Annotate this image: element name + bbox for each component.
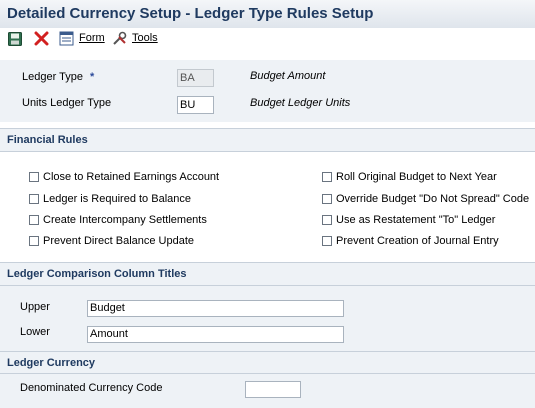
override-budget-checkbox[interactable] [322, 194, 332, 204]
ledger-type-field[interactable]: BA [177, 69, 214, 87]
roll-original-budget-label: Roll Original Budget to Next Year [336, 171, 497, 183]
divider [0, 373, 535, 374]
ledger-required-balance-label: Ledger is Required to Balance [43, 193, 191, 205]
prevent-direct-balance-update-label: Prevent Direct Balance Update [43, 235, 195, 247]
window-title: Detailed Currency Setup - Ledger Type Ru… [7, 5, 374, 22]
divider [0, 285, 535, 286]
use-as-restatement-checkbox[interactable] [322, 215, 332, 225]
lower-label: Lower [20, 326, 50, 338]
form-icon[interactable] [59, 31, 74, 49]
tools-menu[interactable]: Tools [132, 32, 158, 44]
units-ledger-type-description: Budget Ledger Units [250, 97, 351, 109]
prevent-creation-journal-entry-label: Prevent Creation of Journal Entry [336, 235, 499, 247]
form-menu-label: Form [79, 32, 105, 44]
ledger-type-label-text: Ledger Type [22, 71, 83, 83]
ledger-required-balance-checkbox[interactable] [29, 194, 39, 204]
upper-field[interactable]: Budget [87, 300, 344, 317]
denominated-currency-label: Denominated Currency Code [20, 382, 163, 394]
tools-menu-label: Tools [132, 32, 158, 44]
comparison-title: Ledger Comparison Column Titles [7, 268, 187, 280]
close-icon[interactable] [34, 31, 49, 49]
prevent-direct-balance-update-checkbox[interactable] [29, 236, 39, 246]
roll-original-budget-checkbox[interactable] [322, 172, 332, 182]
create-intercompany-settlements-checkbox[interactable] [29, 215, 39, 225]
ledger-type-label: Ledger Type * [22, 71, 94, 83]
lower-field[interactable]: Amount [87, 326, 344, 343]
financial-rules-title: Financial Rules [7, 134, 88, 146]
divider [0, 151, 535, 152]
override-budget-label: Override Budget "Do Not Spread" Code [336, 193, 530, 205]
use-as-restatement-label: Use as Restatement "To" Ledger [336, 214, 496, 226]
upper-label: Upper [20, 301, 50, 313]
ledger-type-description: Budget Amount [250, 70, 326, 82]
close-to-retained-earnings-label: Close to Retained Earnings Account [43, 171, 220, 183]
units-ledger-type-label: Units Ledger Type [22, 97, 112, 109]
prevent-creation-journal-entry-checkbox[interactable] [322, 236, 332, 246]
required-marker: * [90, 71, 95, 83]
create-intercompany-settlements-label: Create Intercompany Settlements [43, 214, 207, 226]
currency-title: Ledger Currency [7, 357, 96, 369]
units-ledger-type-field[interactable]: BU [177, 96, 214, 114]
denominated-currency-field[interactable] [245, 381, 301, 398]
save-icon[interactable] [8, 32, 22, 49]
tools-icon[interactable] [112, 31, 128, 49]
form-menu[interactable]: Form [79, 32, 105, 44]
close-to-retained-earnings-checkbox[interactable] [29, 172, 39, 182]
